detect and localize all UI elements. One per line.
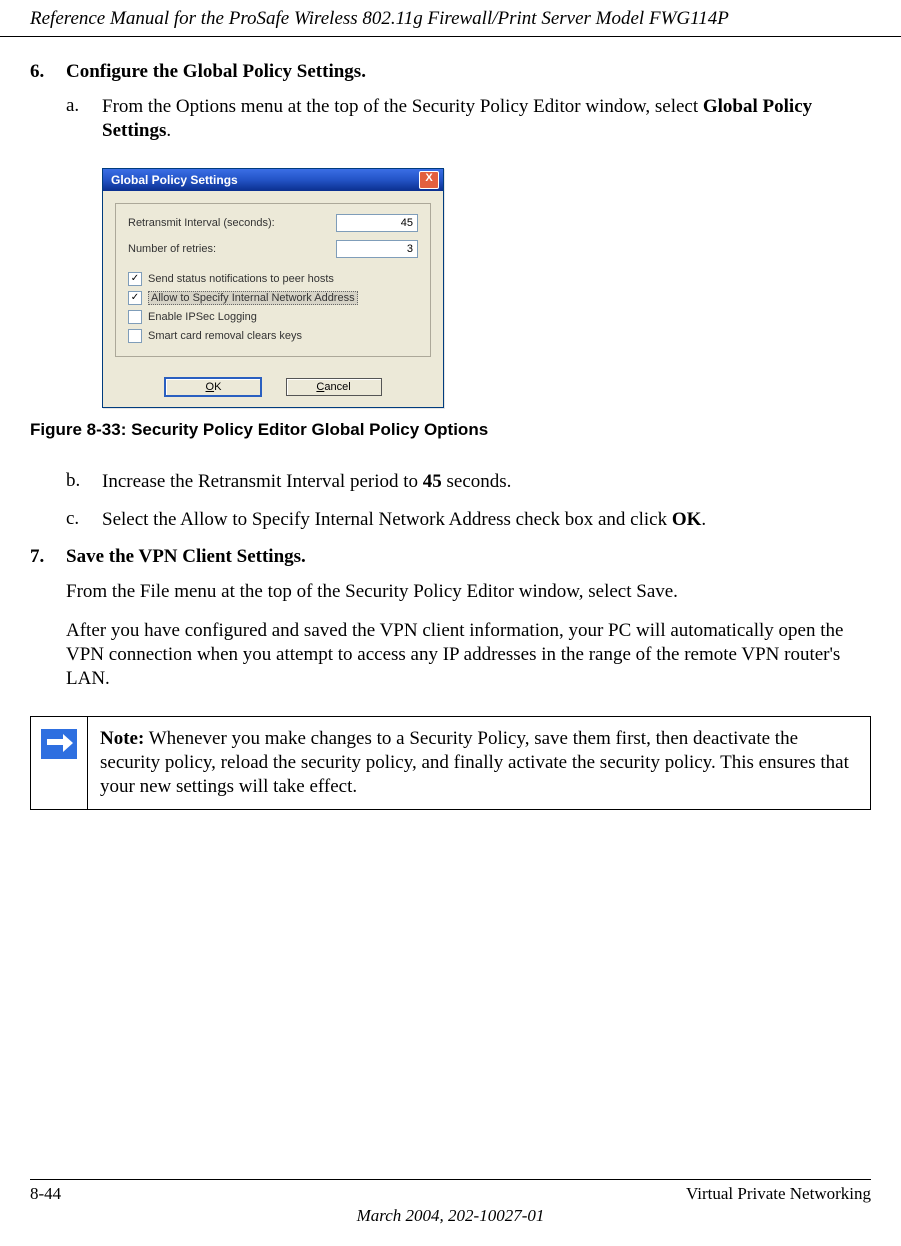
ok-underline: O xyxy=(206,381,215,393)
note-box: Note: Whenever you make changes to a Sec… xyxy=(30,716,871,811)
checkbox-icon[interactable] xyxy=(128,310,142,324)
figure-caption: Figure 8-33: Security Policy Editor Glob… xyxy=(30,420,871,440)
retransmit-row: Retransmit Interval (seconds): xyxy=(128,214,418,232)
step-number: 7. xyxy=(30,546,66,568)
note-text: Note: Whenever you make changes to a Sec… xyxy=(88,717,870,810)
dialog-body: Retransmit Interval (seconds): Number of… xyxy=(115,203,431,357)
text-bold: 45 xyxy=(423,471,442,492)
substep-6a: a. From the Options menu at the top of t… xyxy=(66,95,871,144)
text-post: . xyxy=(701,509,706,530)
dialog-titlebar[interactable]: Global Policy Settings X xyxy=(103,169,443,191)
text-post: . xyxy=(166,120,171,141)
arrow-right-icon xyxy=(41,729,77,759)
note-icon-cell xyxy=(31,717,88,810)
checkbox-icon[interactable] xyxy=(128,272,142,286)
step-6: 6. Configure the Global Policy Settings. xyxy=(30,61,871,83)
substep-text: From the Options menu at the top of the … xyxy=(102,95,871,144)
step-title: Save the VPN Client Settings. xyxy=(66,546,306,568)
checkbox-row-2[interactable]: Allow to Specify Internal Network Addres… xyxy=(128,291,418,305)
dialog-title: Global Policy Settings xyxy=(107,173,419,187)
checkbox-label: Send status notifications to peer hosts xyxy=(148,273,334,285)
cancel-rest: ancel xyxy=(324,381,350,393)
substep-letter: a. xyxy=(66,95,102,144)
retransmit-label: Retransmit Interval (seconds): xyxy=(128,217,336,229)
global-policy-dialog: Global Policy Settings X Retransmit Inte… xyxy=(102,168,444,408)
retries-input[interactable] xyxy=(336,240,418,258)
retries-label: Number of retries: xyxy=(128,243,336,255)
page-header: Reference Manual for the ProSafe Wireles… xyxy=(0,0,901,37)
checkbox-icon[interactable] xyxy=(128,329,142,343)
checkbox-label: Allow to Specify Internal Network Addres… xyxy=(148,291,358,305)
substep-6b: b. Increase the Retransmit Interval peri… xyxy=(66,470,871,494)
close-button[interactable]: X xyxy=(419,171,439,189)
ok-rest: K xyxy=(214,381,221,393)
page-footer: 8-44 Virtual Private Networking March 20… xyxy=(0,1179,901,1226)
step7-para1: From the File menu at the top of the Sec… xyxy=(66,580,871,604)
dialog-buttons: OK Cancel xyxy=(103,369,443,407)
footer-date: March 2004, 202-10027-01 xyxy=(30,1206,871,1226)
checkbox-row-3[interactable]: Enable IPSec Logging xyxy=(128,310,418,324)
step-7: 7. Save the VPN Client Settings. xyxy=(30,546,871,568)
substep-text: Increase the Retransmit Interval period … xyxy=(102,470,511,494)
substep-text: Select the Allow to Specify Internal Net… xyxy=(102,508,706,532)
footer-top: 8-44 Virtual Private Networking xyxy=(30,1179,871,1204)
ok-button[interactable]: OK xyxy=(164,377,262,397)
text-pre: Increase the Retransmit Interval period … xyxy=(102,471,423,492)
substep-letter: b. xyxy=(66,470,102,494)
substep-letter: c. xyxy=(66,508,102,532)
cancel-button[interactable]: Cancel xyxy=(286,378,382,396)
note-body: Whenever you make changes to a Security … xyxy=(100,728,849,798)
checkbox-row-1[interactable]: Send status notifications to peer hosts xyxy=(128,272,418,286)
page-content: 6. Configure the Global Policy Settings.… xyxy=(0,37,901,810)
retries-row: Number of retries: xyxy=(128,240,418,258)
checkbox-label: Enable IPSec Logging xyxy=(148,311,257,323)
text-post: seconds. xyxy=(442,471,512,492)
step-title: Configure the Global Policy Settings. xyxy=(66,61,366,83)
checkbox-row-4[interactable]: Smart card removal clears keys xyxy=(128,329,418,343)
text-pre: Select the Allow to Specify Internal Net… xyxy=(102,509,672,530)
text-pre: From the Options menu at the top of the … xyxy=(102,96,703,117)
substep-6c: c. Select the Allow to Specify Internal … xyxy=(66,508,871,532)
step7-para2: After you have configured and saved the … xyxy=(66,619,871,692)
page-number: 8-44 xyxy=(30,1184,61,1204)
section-name: Virtual Private Networking xyxy=(686,1184,871,1204)
retransmit-input[interactable] xyxy=(336,214,418,232)
note-label: Note: xyxy=(100,728,144,749)
text-bold: OK xyxy=(672,509,702,530)
checkbox-label: Smart card removal clears keys xyxy=(148,330,302,342)
checkbox-icon[interactable] xyxy=(128,291,142,305)
header-title: Reference Manual for the ProSafe Wireles… xyxy=(30,8,729,29)
step-number: 6. xyxy=(30,61,66,83)
